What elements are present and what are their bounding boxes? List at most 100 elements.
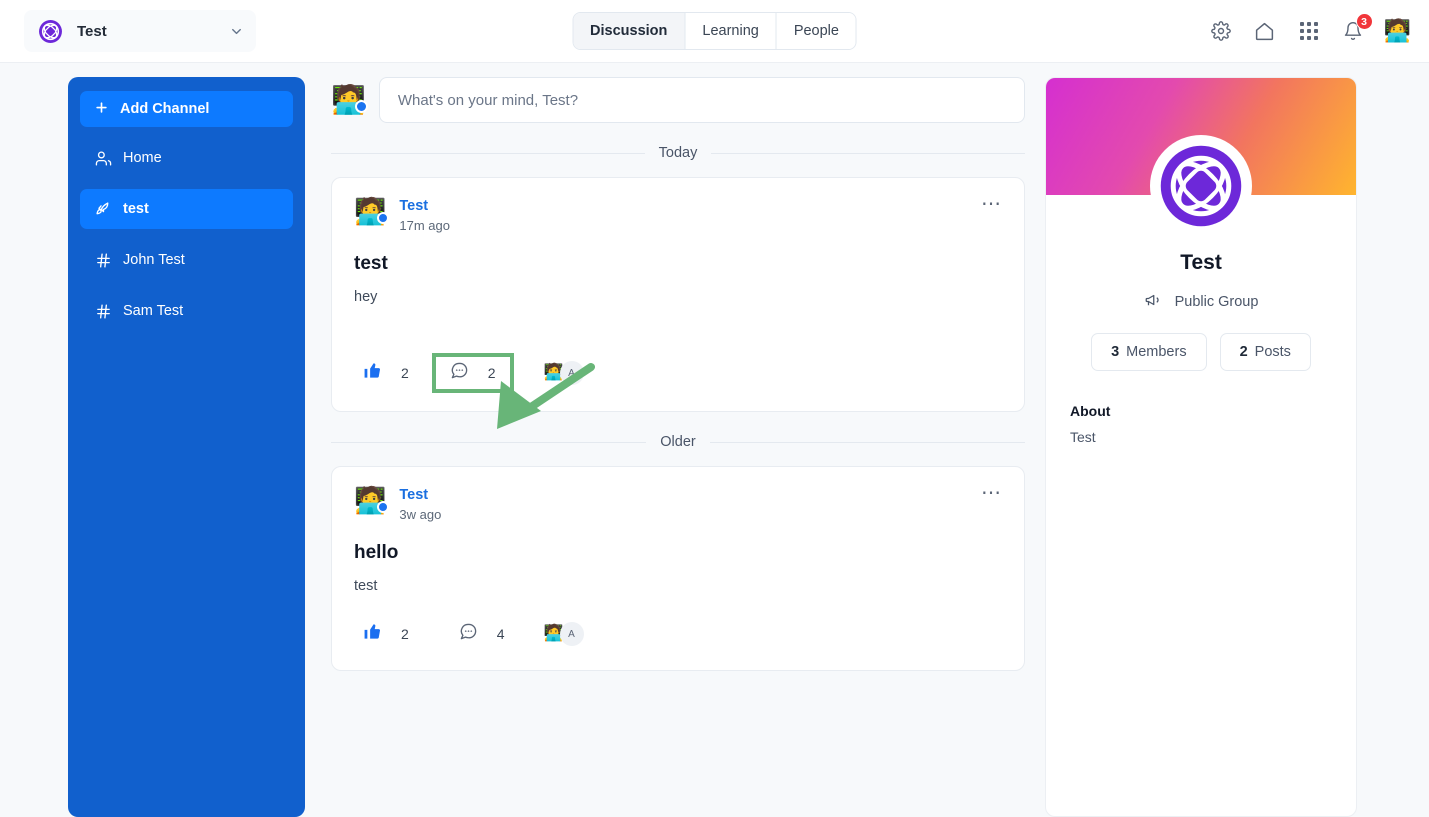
post-reactions: 2 4 🧑‍💻 A bbox=[354, 616, 1002, 652]
stat-value: 3 bbox=[1111, 344, 1120, 360]
avatar: 🧑‍💻 bbox=[331, 86, 368, 114]
sidebar: Add Channel Home test John Test Sam Test bbox=[68, 77, 305, 817]
about-text: Test bbox=[1070, 429, 1096, 445]
stat-value: 2 bbox=[1239, 344, 1248, 360]
post-composer: 🧑‍💻 bbox=[331, 77, 1025, 123]
about-heading: About bbox=[1070, 403, 1111, 419]
comment-button[interactable]: 2 bbox=[431, 353, 514, 393]
post-title: hello bbox=[354, 542, 399, 563]
post-header: 🧑‍💻 Test 3w ago ⋯ bbox=[354, 483, 1002, 522]
sidebar-item-sam-test[interactable]: Sam Test bbox=[80, 291, 293, 331]
plus-icon bbox=[94, 100, 109, 119]
sidebar-item-home[interactable]: Home bbox=[80, 138, 293, 178]
stat-label: Members bbox=[1126, 344, 1187, 360]
top-bar: Test Discussion Learning People 3 🧑‍💻 bbox=[0, 0, 1429, 63]
group-type-label: Public Group bbox=[1174, 294, 1259, 310]
add-channel-button[interactable]: Add Channel bbox=[80, 91, 293, 127]
divider-line bbox=[711, 152, 1026, 154]
avatar[interactable]: 🧑‍💻 bbox=[354, 487, 390, 513]
comment-button[interactable]: 4 bbox=[450, 616, 514, 652]
post-title: test bbox=[354, 253, 388, 274]
group-type: Public Group bbox=[1046, 291, 1356, 313]
comment-bubble-icon bbox=[459, 622, 478, 646]
divider-line bbox=[709, 441, 1025, 443]
atom-logo-icon bbox=[1150, 135, 1252, 237]
more-options-icon[interactable]: ⋯ bbox=[981, 483, 1002, 503]
group-stats: 3 Members 2 Posts bbox=[1046, 333, 1356, 371]
post-timestamp: 3w ago bbox=[399, 507, 442, 522]
post-body: hey bbox=[354, 289, 378, 305]
post-card[interactable]: 🧑‍💻 Test 17m ago ⋯ test hey 2 bbox=[331, 177, 1025, 412]
tab-people[interactable]: People bbox=[776, 13, 856, 49]
comment-bubble-icon bbox=[450, 361, 469, 385]
sidebar-item-john-test[interactable]: John Test bbox=[80, 240, 293, 280]
post-card[interactable]: 🧑‍💻 Test 3w ago ⋯ hello test 2 bbox=[331, 466, 1025, 671]
main-tabs: Discussion Learning People bbox=[572, 12, 857, 50]
like-button[interactable]: 2 bbox=[354, 355, 418, 391]
top-actions: 3 🧑‍💻 bbox=[1208, 13, 1411, 44]
divider-older: Older bbox=[331, 434, 1025, 450]
chevron-down-icon[interactable] bbox=[229, 24, 244, 39]
about-section: About Test bbox=[1046, 371, 1356, 445]
avatar-initial: A bbox=[559, 361, 584, 385]
status-dot bbox=[377, 501, 390, 513]
like-button[interactable]: 2 bbox=[354, 616, 418, 652]
tab-discussion[interactable]: Discussion bbox=[573, 13, 686, 49]
tab-learning[interactable]: Learning bbox=[685, 13, 777, 49]
stat-members[interactable]: 3 Members bbox=[1091, 333, 1207, 371]
post-header: 🧑‍💻 Test 17m ago ⋯ bbox=[354, 194, 1002, 233]
post-timestamp: 17m ago bbox=[399, 218, 450, 233]
sidebar-item-label: Sam Test bbox=[123, 303, 184, 319]
gear-icon[interactable] bbox=[1208, 18, 1234, 44]
home-icon[interactable] bbox=[1252, 18, 1278, 44]
comment-count: 4 bbox=[496, 626, 505, 642]
hash-icon bbox=[94, 303, 112, 320]
rocket-icon bbox=[94, 201, 112, 218]
divider-label: Today bbox=[658, 145, 698, 161]
post-author[interactable]: Test bbox=[399, 487, 441, 503]
reactor-avatars[interactable]: 🧑‍💻 A bbox=[544, 622, 584, 646]
sidebar-item-label: test bbox=[123, 201, 149, 217]
stat-label: Posts bbox=[1254, 344, 1291, 360]
grid-apps-icon[interactable] bbox=[1296, 18, 1322, 44]
divider-label: Older bbox=[660, 434, 696, 450]
more-options-icon[interactable]: ⋯ bbox=[981, 194, 1002, 214]
people-icon bbox=[94, 150, 112, 167]
group-info-panel: Test Public Group 3 Members 2 Posts Abou… bbox=[1045, 77, 1357, 817]
hash-icon bbox=[94, 252, 112, 269]
sidebar-item-label: John Test bbox=[123, 252, 185, 268]
avatar[interactable]: 🧑‍💻 bbox=[354, 198, 390, 224]
post-meta: Test 3w ago bbox=[399, 487, 441, 522]
workspace-switcher[interactable]: Test bbox=[24, 10, 256, 52]
sidebar-item-label: Home bbox=[123, 150, 162, 166]
add-channel-label: Add Channel bbox=[120, 101, 210, 117]
status-dot bbox=[354, 100, 368, 113]
stat-posts[interactable]: 2 Posts bbox=[1219, 333, 1311, 371]
like-count: 2 bbox=[401, 626, 409, 642]
feed: 🧑‍💻 Today 🧑‍💻 Test 17m ago ⋯ bbox=[305, 77, 1045, 817]
divider-line bbox=[331, 152, 645, 154]
post-reactions: 2 2 🧑‍💻 A bbox=[354, 353, 1002, 393]
megaphone-icon bbox=[1144, 291, 1162, 313]
reactor-avatars[interactable]: 🧑‍💻 A bbox=[544, 361, 584, 385]
thumbs-up-icon bbox=[363, 361, 382, 385]
avatar[interactable]: 🧑‍💻 bbox=[1384, 20, 1411, 42]
sidebar-item-test[interactable]: test bbox=[80, 189, 293, 229]
avatar-initial: A bbox=[559, 622, 584, 646]
comment-count: 2 bbox=[487, 365, 496, 381]
status-dot bbox=[377, 212, 390, 224]
group-name: Test bbox=[1180, 251, 1222, 274]
like-count: 2 bbox=[401, 365, 409, 381]
page-layout: Add Channel Home test John Test Sam Test bbox=[0, 63, 1429, 817]
bell-icon[interactable]: 3 bbox=[1340, 13, 1373, 44]
group-logo-wrap bbox=[1046, 135, 1356, 237]
post-body: test bbox=[354, 578, 378, 594]
post-meta: Test 17m ago bbox=[399, 198, 450, 233]
post-composer-input[interactable] bbox=[378, 77, 1025, 123]
notification-badge: 3 bbox=[1355, 13, 1373, 30]
thumbs-up-icon bbox=[363, 622, 382, 646]
post-author[interactable]: Test bbox=[399, 198, 450, 214]
atom-logo-icon bbox=[38, 19, 63, 44]
divider-line bbox=[331, 441, 647, 443]
workspace-name: Test bbox=[77, 22, 107, 40]
